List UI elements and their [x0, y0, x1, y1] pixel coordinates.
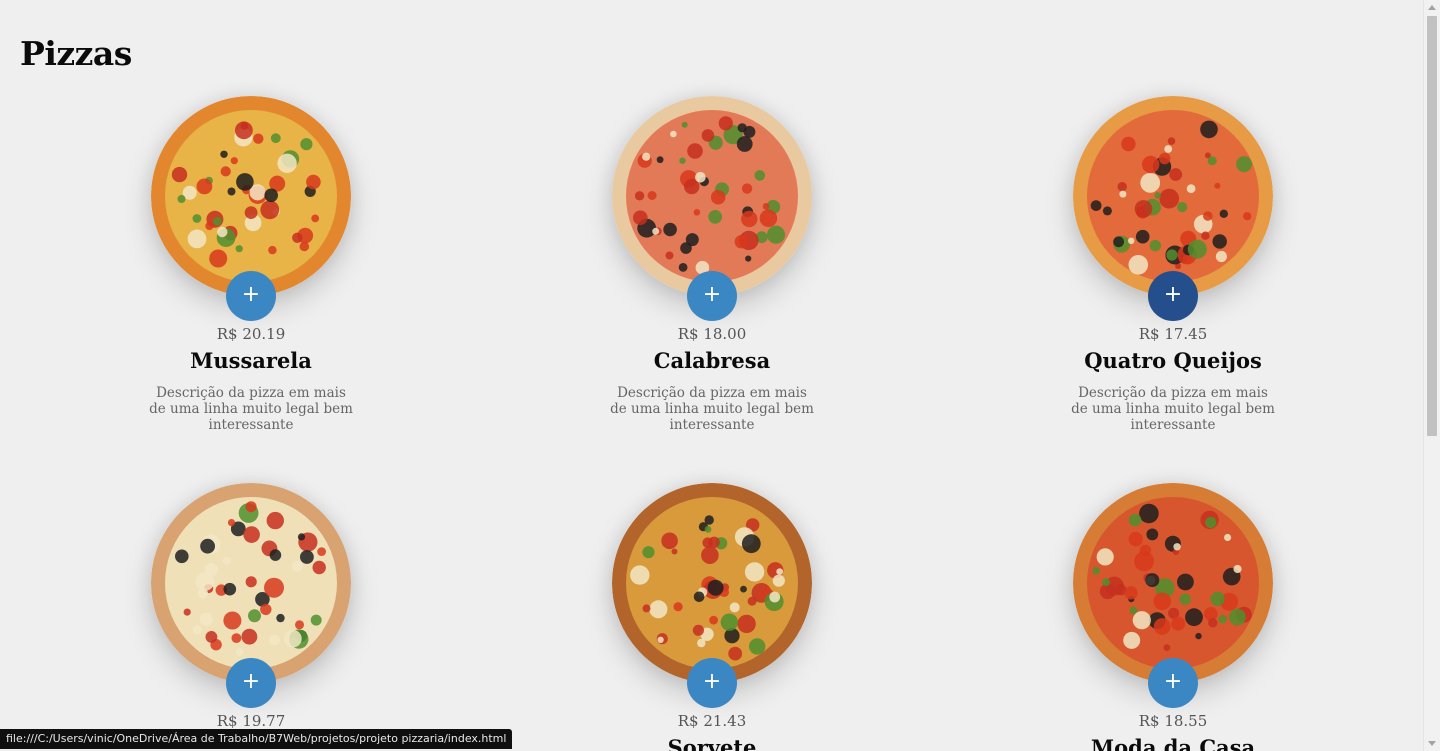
pizza-name: Quatro Queijos [1084, 348, 1262, 373]
pizza-grid: + R$ 20.19 Mussarela Descrição da pizza … [0, 0, 1424, 751]
add-to-cart-button[interactable]: + [226, 271, 276, 321]
pizza-name: Moda da Casa [1090, 735, 1256, 751]
pizza-description: Descrição da pizza em mais de uma linha … [610, 385, 814, 433]
pizza-price: R$ 20.19 [216, 325, 286, 343]
pizza-price: R$ 18.00 [677, 325, 747, 343]
pizza-price: R$ 17.45 [1138, 325, 1208, 343]
pizza-price: R$ 18.55 [1138, 712, 1208, 730]
pizza-image[interactable] [151, 483, 351, 683]
pizza-description: Descrição da pizza em mais de uma linha … [149, 385, 353, 433]
pizza-name: Sorvete [667, 735, 757, 751]
pizza-image[interactable] [612, 96, 812, 296]
add-to-cart-button[interactable]: + [687, 271, 737, 321]
add-to-cart-button[interactable]: + [1148, 271, 1198, 321]
status-bar-url: file:///C:/Users/vinic/OneDrive/Área de … [0, 729, 513, 749]
pizza-image[interactable] [612, 483, 812, 683]
pizza-price: R$ 19.77 [216, 712, 286, 730]
pizza-image[interactable] [151, 96, 351, 296]
scroll-up-arrow-icon[interactable] [1428, 5, 1436, 10]
pizza-description: Descrição da pizza em mais de uma linha … [1071, 385, 1275, 433]
add-to-cart-button[interactable]: + [687, 658, 737, 708]
pizza-price: R$ 21.43 [677, 712, 747, 730]
pizza-image[interactable] [1073, 96, 1273, 296]
scroll-down-arrow-icon[interactable] [1428, 741, 1436, 746]
pizza-image[interactable] [1073, 483, 1273, 683]
scroll-thumb[interactable] [1427, 16, 1437, 436]
add-to-cart-button[interactable]: + [226, 658, 276, 708]
vertical-scrollbar[interactable] [1423, 0, 1440, 751]
pizza-name: Mussarela [190, 348, 312, 373]
add-to-cart-button[interactable]: + [1148, 658, 1198, 708]
pizza-name: Calabresa [653, 348, 771, 373]
